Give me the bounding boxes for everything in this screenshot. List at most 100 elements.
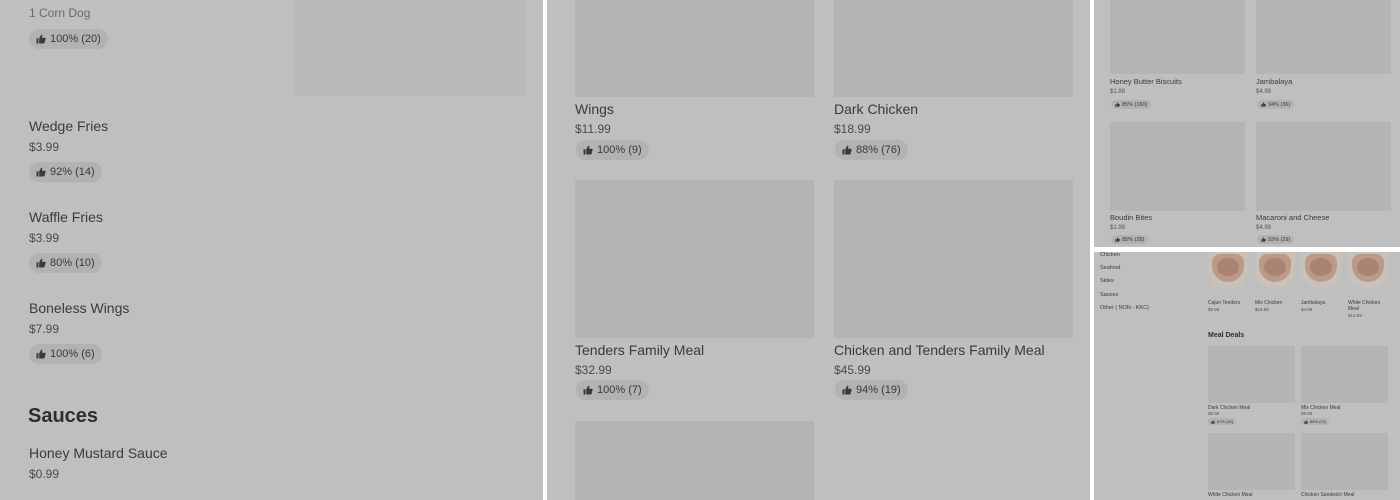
menu-item-macaroni-and-cheese[interactable]: Macaroni and Cheese $4.99 93% (29) <box>1256 122 1392 246</box>
rating-text: 85% (28) <box>1122 236 1145 243</box>
item-price: $7.99 <box>29 322 60 336</box>
rating-text: 92% (14) <box>50 166 95 178</box>
rating-badge: 88% (76) <box>835 140 908 160</box>
rating-badge: 92% (14) <box>29 162 102 182</box>
nav-item-seafood[interactable]: Seafood <box>1100 265 1121 271</box>
menu-item-wedge-fries[interactable]: Wedge Fries $3.99 92% (14) <box>0 110 543 185</box>
rating-text: 88% (22) <box>1310 419 1327 424</box>
menu-item-boneless-wings[interactable]: Boneless Wings $7.99 100% (6) <box>0 292 543 367</box>
rating-badge: 100% (7) <box>576 380 649 400</box>
item-description: 1 Corn Dog <box>29 6 91 20</box>
item-price: $18.99 <box>834 122 871 136</box>
item-image <box>1301 346 1388 403</box>
thumbs-up-icon <box>1261 237 1266 242</box>
menu-item-waffle-fries[interactable]: Waffle Fries $3.99 80% (10) <box>0 201 543 276</box>
featured-item-mix-chicken[interactable]: Mix Chicken $19.99 <box>1255 252 1302 322</box>
thumbs-up-icon <box>36 258 46 268</box>
item-price: $1.99 <box>1110 225 1126 231</box>
thumbs-up-icon <box>583 385 593 395</box>
item-name: Macaroni and Cheese <box>1256 213 1330 222</box>
meal-item-mix-chicken-meal[interactable]: Mix Chicken Meal $9.99 88% (22) <box>1301 346 1389 428</box>
meal-item-dark-chicken-meal[interactable]: Dark Chicken Meal $9.99 87% (80) <box>1208 346 1296 428</box>
menu-item-chicken-and-tenders-family-meal[interactable]: Chicken and Tenders Family Meal $45.99 9… <box>834 180 1074 405</box>
item-name: Honey Mustard Sauce <box>29 445 168 461</box>
rating-badge: 94% (36) <box>1257 100 1295 109</box>
item-image <box>834 0 1073 97</box>
item-price: $9.99 <box>1208 411 1220 416</box>
featured-item-white-chicken-meal[interactable]: White Chicken Meal $13.99 <box>1348 252 1398 322</box>
rating-badge: 85% (160) <box>1111 100 1152 109</box>
item-name: Dark Chicken <box>834 101 919 117</box>
item-price: $9.99 <box>1301 411 1313 416</box>
featured-item-cajun-tenders[interactable]: Cajun Tenders $9.99 <box>1208 252 1255 322</box>
meal-item-white-chicken-meal[interactable]: White Chicken Meal <box>1208 433 1296 500</box>
rating-badge: 88% (22) <box>1301 418 1330 425</box>
rating-badge: 87% (80) <box>1208 418 1237 425</box>
rating-text: 85% (160) <box>1122 101 1148 108</box>
item-price: $4.99 <box>1301 307 1313 312</box>
item-image <box>1348 252 1388 288</box>
item-name: Waffle Fries <box>29 209 103 225</box>
rating-badge: 100% (9) <box>576 140 649 160</box>
menu-panel-chicken: Wings $11.99 100% (9) Dark Chicken $18.9… <box>547 0 1090 500</box>
category-nav: Chicken Seafood Sides Sauces Other ( NON… <box>1094 252 1194 322</box>
menu-item-boudin-bites[interactable]: Boudin Bites $1.99 85% (28) <box>1110 122 1246 246</box>
meal-item-chicken-sandwich-meal[interactable]: Chicken Sandwich Meal <box>1301 433 1389 500</box>
rating-text: 93% (29) <box>1268 236 1291 243</box>
item-name: Cajun Tenders <box>1208 300 1241 306</box>
rating-text: 80% (10) <box>50 257 95 269</box>
item-image <box>1256 0 1391 74</box>
menu-item-jambalaya[interactable]: Jambalaya $4.99 94% (36) <box>1256 0 1392 112</box>
rating-text: 94% (36) <box>1268 101 1291 108</box>
thumbs-up-icon <box>583 145 593 155</box>
item-name: Jambalaya <box>1256 77 1293 86</box>
rating-text: 94% (19) <box>856 384 901 396</box>
thumbs-up-icon <box>842 385 852 395</box>
item-image <box>1208 252 1248 288</box>
item-image <box>1110 0 1245 74</box>
item-name: Chicken Sandwich Meal <box>1301 492 1355 498</box>
rating-text: 100% (7) <box>597 384 642 396</box>
rating-text: 88% (76) <box>856 144 901 156</box>
rating-text: 100% (6) <box>50 348 95 360</box>
menu-panel-sides-small: Honey Butter Biscuits $1.89 85% (160) Ja… <box>1094 0 1400 247</box>
item-name: Wedge Fries <box>29 118 109 134</box>
item-image[interactable] <box>293 0 526 96</box>
menu-item-honey-butter-biscuits[interactable]: Honey Butter Biscuits $1.89 85% (160) <box>1110 0 1246 112</box>
menu-item-wings[interactable]: Wings $11.99 100% (9) <box>575 0 815 165</box>
item-image[interactable] <box>575 421 814 500</box>
item-name: White Chicken Meal <box>1208 492 1253 498</box>
item-image <box>834 180 1073 338</box>
item-name: Tenders Family Meal <box>575 342 705 358</box>
rating-text: 100% (20) <box>50 33 101 45</box>
menu-item-tenders-family-meal[interactable]: Tenders Family Meal $32.99 100% (7) <box>575 180 815 405</box>
nav-item-other[interactable]: Other ( NON - KKC) <box>1100 305 1149 311</box>
nav-item-chicken[interactable]: Chicken <box>1100 252 1120 258</box>
item-image <box>575 0 814 97</box>
item-image <box>1255 252 1295 288</box>
nav-item-sides[interactable]: Sides <box>1100 278 1114 284</box>
item-image <box>575 180 814 338</box>
item-price: $45.99 <box>834 363 871 377</box>
rating-badge: 80% (10) <box>29 253 102 273</box>
thumbs-up-icon <box>1211 419 1215 424</box>
item-price: $9.99 <box>1208 307 1220 312</box>
item-name-line2: Meal <box>1348 306 1359 312</box>
nav-item-sauces[interactable]: Sauces <box>1100 292 1118 298</box>
item-image <box>1110 122 1245 211</box>
menu-item-honey-mustard-sauce[interactable]: Honey Mustard Sauce $0.99 <box>0 437 543 500</box>
item-image <box>1208 346 1295 403</box>
featured-item-jambalaya[interactable]: Jambalaya $4.99 <box>1301 252 1348 322</box>
thumbs-up-icon <box>36 34 46 44</box>
thumbs-up-icon <box>36 349 46 359</box>
item-price: $4.99 <box>1256 225 1272 231</box>
thumbs-up-icon <box>1304 419 1308 424</box>
item-name: Wings <box>575 101 614 117</box>
thumbs-up-icon <box>1261 102 1266 107</box>
item-price: $0.99 <box>29 467 60 481</box>
item-image <box>1208 433 1295 490</box>
item-name: Jambalaya <box>1301 300 1326 306</box>
item-price: $3.99 <box>29 231 60 245</box>
menu-item-dark-chicken[interactable]: Dark Chicken $18.99 88% (76) <box>834 0 1074 165</box>
rating-badge: 100% (20) <box>29 29 108 49</box>
